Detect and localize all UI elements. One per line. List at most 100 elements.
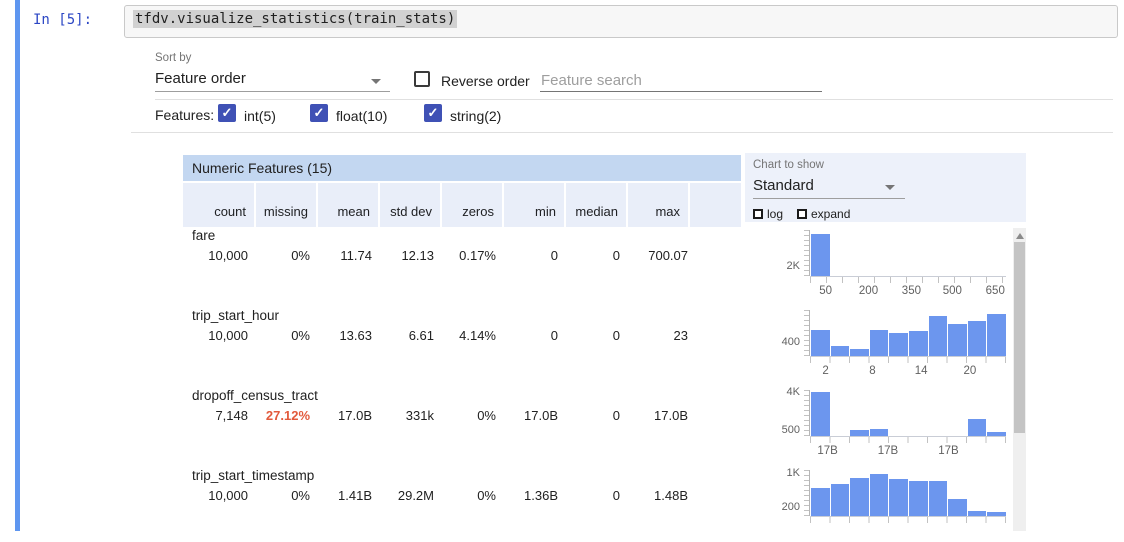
cell-std-dev: 12.13 [380, 248, 442, 263]
histogram-bars [811, 390, 1006, 436]
y-axis-ticks [804, 390, 810, 436]
table-row: trip_start_timestamp 10,000 0% 1.41B 29.… [183, 462, 741, 542]
cell-zeros: 0% [442, 408, 504, 423]
log-checkbox-label: log [767, 207, 783, 221]
x-axis-ticks [810, 357, 1006, 363]
table-row: dropoff_census_tract 7,148 27.12% 17.0B … [183, 382, 741, 462]
cell-count: 10,000 [183, 488, 256, 503]
y-axis-ticks [804, 310, 810, 356]
table-row: trip_start_hour 10,000 0% 13.63 6.61 4.1… [183, 302, 741, 382]
histogram-bar [870, 474, 889, 516]
code-selection: tfdv.visualize_statistics(train_stats) [133, 10, 457, 28]
sort-by-underline [155, 91, 390, 92]
x-tick-label: 17B [938, 445, 958, 457]
x-tick-label: 2 [822, 365, 828, 377]
table-title: Numeric Features (15) [183, 155, 741, 183]
cell-zeros: 0.17% [442, 248, 504, 263]
col-median: median [566, 183, 628, 227]
histogram-bar [968, 419, 987, 436]
cell-mean: 17.0B [318, 408, 380, 423]
histogram-trip-start-timestamp: 1K 200 [745, 462, 1013, 542]
cell-max: 1.48B [628, 488, 696, 503]
sort-by-dropdown[interactable]: Feature order [155, 70, 246, 87]
selected-cell-indicator [15, 0, 20, 531]
x-tick-label: 17B [817, 445, 837, 457]
chart-to-show-label: Chart to show [753, 159, 824, 171]
y-tick-label: 1K [745, 467, 800, 479]
reverse-order-label: Reverse order [441, 73, 530, 89]
histogram-bar [870, 429, 889, 436]
cell-count: 7,148 [183, 408, 256, 423]
histogram-bar [909, 331, 928, 356]
histogram-bar [889, 333, 908, 356]
cell-max: 17.0B [628, 408, 696, 423]
col-count: count [183, 183, 256, 227]
x-axis-ticks [810, 277, 1006, 283]
y-tick-label: 500 [745, 424, 800, 436]
cell-min: 0 [504, 248, 566, 263]
histogram-bars [811, 230, 1006, 276]
histogram-bar [850, 349, 869, 356]
y-tick-label: 2K [745, 260, 800, 272]
code-text[interactable]: tfdv.visualize_statistics(train_stats) [133, 11, 457, 27]
cell-median: 0 [566, 248, 628, 263]
int-checkbox[interactable]: ✓ [218, 104, 236, 122]
chart-type-dropdown[interactable]: Standard [753, 177, 814, 194]
histogram-bar [987, 314, 1006, 356]
cell-median: 0 [566, 488, 628, 503]
x-tick-label: 50 [819, 285, 832, 297]
histogram-bars [811, 470, 1006, 516]
scrollbar-thumb[interactable] [1014, 242, 1025, 433]
histogram-bar [948, 324, 967, 356]
feature-search-input[interactable]: Feature search [541, 72, 642, 89]
histogram-bar [811, 330, 830, 356]
cell-max: 700.07 [628, 248, 696, 263]
int-checkbox-label: int(5) [244, 108, 276, 124]
x-tick-label: 500 [943, 285, 962, 297]
scrollbar-up-arrow-icon[interactable] [1016, 233, 1024, 239]
float-checkbox[interactable]: ✓ [310, 104, 328, 122]
expand-checkbox[interactable] [797, 209, 807, 219]
cell-median: 0 [566, 328, 628, 343]
chevron-down-icon[interactable] [885, 185, 895, 190]
x-axis-ticks [810, 517, 1006, 523]
histogram-bar [811, 234, 830, 276]
feature-name: trip_start_hour [192, 308, 279, 323]
histogram-bar [870, 330, 889, 356]
cell-min: 1.36B [504, 488, 566, 503]
cell-std-dev: 331k [380, 408, 442, 423]
y-axis-ticks [804, 470, 810, 516]
cell-zeros: 4.14% [442, 328, 504, 343]
y-axis-ticks [804, 230, 810, 276]
x-tick-label: 17B [878, 445, 898, 457]
features-filter-label: Features: [155, 107, 214, 123]
cell-max: 23 [628, 328, 696, 343]
reverse-order-checkbox[interactable] [414, 71, 430, 87]
string-checkbox[interactable]: ✓ [424, 104, 442, 122]
histogram-bar [968, 321, 987, 356]
histogram-bar [831, 484, 850, 516]
cell-std-dev: 6.61 [380, 328, 442, 343]
expand-checkbox-label: expand [811, 207, 850, 221]
y-tick-label: 200 [745, 501, 800, 513]
x-tick-label: 14 [915, 365, 928, 377]
log-checkbox[interactable] [753, 209, 763, 219]
histogram-trip-start-hour: 400281420 [745, 302, 1013, 382]
x-tick-label: 20 [963, 365, 976, 377]
cell-missing: 0% [256, 488, 318, 503]
feature-search-underline [540, 91, 822, 92]
x-axis-ticks [810, 437, 1006, 443]
cell-min: 0 [504, 328, 566, 343]
histogram-bar [929, 481, 948, 516]
chevron-down-icon[interactable] [371, 79, 381, 84]
cell-count: 10,000 [183, 248, 256, 263]
x-tick-label: 8 [869, 365, 875, 377]
cell-mean: 11.74 [318, 248, 380, 263]
cell-missing: 0% [256, 328, 318, 343]
histogram-bar [948, 499, 967, 516]
histogram-bar [929, 316, 948, 356]
cell-min: 17.0B [504, 408, 566, 423]
cell-prompt: In [5]: [33, 12, 92, 28]
x-tick-label: 200 [859, 285, 878, 297]
feature-name: fare [192, 228, 215, 243]
